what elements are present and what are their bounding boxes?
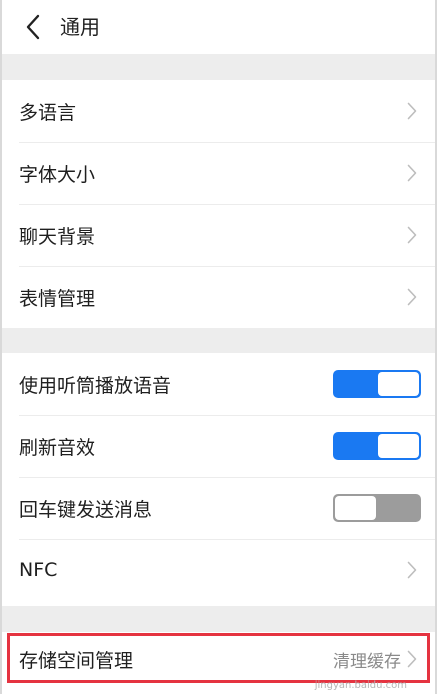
- row-label: 聊天背景: [19, 225, 96, 248]
- toggle-knob: [378, 372, 419, 396]
- storage-action-text: 清理缓存: [333, 651, 401, 672]
- row-storage-management[interactable]: 存储空间管理 清理缓存: [2, 632, 435, 686]
- watermark: jingyan.baidu.com: [314, 680, 407, 691]
- page-title: 通用: [60, 15, 100, 39]
- chevron-right-icon: [405, 101, 419, 121]
- toggle-knob: [378, 434, 419, 458]
- settings-screen: 通用 多语言 字体大小 聊天背景 表情管理 使用听筒播放语音 刷新音效 回车键发…: [0, 0, 437, 694]
- chevron-left-icon: [26, 14, 40, 40]
- row-sticker-management[interactable]: 表情管理: [2, 266, 435, 328]
- back-button[interactable]: [16, 10, 50, 44]
- enter-to-send-toggle[interactable]: [333, 494, 421, 522]
- chevron-right-icon: [405, 560, 419, 580]
- toggle-knob: [335, 496, 376, 520]
- settings-group-sound: 使用听筒播放语音 刷新音效 回车键发送消息 NFC: [2, 353, 435, 606]
- chevron-right-icon: [405, 649, 419, 669]
- row-label: 存储空间管理: [19, 649, 134, 672]
- settings-group-general: 多语言 字体大小 聊天背景 表情管理: [2, 80, 435, 328]
- row-language[interactable]: 多语言: [2, 80, 435, 142]
- row-label: 回车键发送消息: [19, 498, 153, 521]
- row-earpiece-playback: 使用听筒播放语音: [2, 353, 435, 415]
- row-label: 多语言: [19, 101, 77, 124]
- row-label: 表情管理: [19, 287, 96, 310]
- chevron-right-icon: [405, 225, 419, 245]
- refresh-sound-toggle[interactable]: [333, 432, 421, 460]
- row-label: 刷新音效: [19, 436, 96, 459]
- chevron-right-icon: [405, 287, 419, 307]
- row-label: 使用听筒播放语音: [19, 374, 172, 397]
- row-enter-to-send: 回车键发送消息: [2, 477, 435, 539]
- row-nfc[interactable]: NFC: [2, 539, 435, 601]
- row-label: NFC: [19, 559, 58, 581]
- row-chat-background[interactable]: 聊天背景: [2, 204, 435, 266]
- nav-bar: 通用: [2, 0, 435, 54]
- row-font-size[interactable]: 字体大小: [2, 142, 435, 204]
- row-refresh-sound: 刷新音效: [2, 415, 435, 477]
- earpiece-toggle[interactable]: [333, 370, 421, 398]
- chevron-right-icon: [405, 163, 419, 183]
- row-label: 字体大小: [19, 163, 96, 186]
